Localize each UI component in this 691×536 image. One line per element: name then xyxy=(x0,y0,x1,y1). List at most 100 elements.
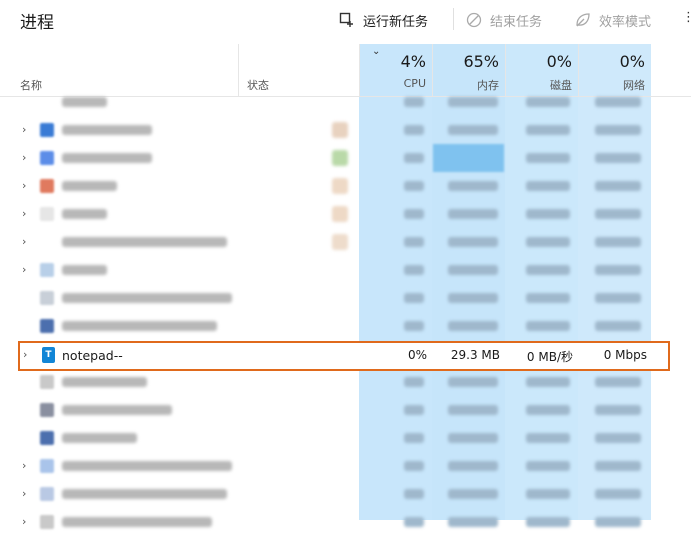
process-app-icon xyxy=(40,207,54,221)
run-new-task-button[interactable]: 运行新任务 xyxy=(339,10,428,30)
process-row-obscured[interactable]: › xyxy=(0,172,691,200)
process-row-obscured[interactable]: › xyxy=(0,116,691,144)
obscured-metric-value xyxy=(595,97,641,107)
obscured-metric-value xyxy=(404,517,424,527)
process-app-icon xyxy=(40,431,54,445)
process-row-obscured[interactable] xyxy=(0,284,691,312)
expand-chevron-icon[interactable]: › xyxy=(23,348,27,361)
obscured-metric-value xyxy=(404,153,424,163)
process-app-icon xyxy=(40,403,54,417)
obscured-process-name xyxy=(62,377,147,387)
process-row-obscured[interactable]: › xyxy=(0,508,691,536)
obscured-metric-value xyxy=(595,461,641,471)
process-app-icon xyxy=(40,515,54,529)
obscured-metric-value xyxy=(526,97,570,107)
obscured-metric-value xyxy=(595,517,641,527)
obscured-process-name xyxy=(62,433,137,443)
process-row-obscured[interactable] xyxy=(0,368,691,396)
obscured-metric-value xyxy=(448,433,498,443)
obscured-metric-value xyxy=(404,97,424,107)
obscured-process-name xyxy=(62,153,152,163)
obscured-metric-value xyxy=(595,265,641,275)
obscured-metric-value xyxy=(526,405,570,415)
expand-chevron-icon[interactable]: › xyxy=(22,179,26,192)
process-row-obscured[interactable] xyxy=(0,312,691,340)
obscured-process-name xyxy=(62,489,227,499)
obscured-metric-value xyxy=(595,209,641,219)
obscured-metric-value xyxy=(448,265,498,275)
obscured-metric-value xyxy=(595,433,641,443)
status-indicator-icon xyxy=(332,206,348,222)
process-app-icon xyxy=(40,459,54,473)
obscured-metric-value xyxy=(526,461,570,471)
obscured-process-name xyxy=(62,293,232,303)
process-row-obscured[interactable]: › xyxy=(0,228,691,256)
obscured-process-name xyxy=(62,97,107,107)
expand-chevron-icon[interactable]: › xyxy=(22,235,26,248)
obscured-process-name xyxy=(62,321,217,331)
obscured-metric-value xyxy=(526,237,570,247)
obscured-metric-value xyxy=(526,153,570,163)
obscured-metric-value xyxy=(404,265,424,275)
obscured-metric-value xyxy=(595,237,641,247)
obscured-metric-value xyxy=(526,377,570,387)
process-row-obscured[interactable]: › xyxy=(0,452,691,480)
obscured-metric-value xyxy=(448,181,498,191)
toolbar: 进程 运行新任务 结束任务 效率模式 ⋮ xyxy=(0,0,691,40)
expand-chevron-icon[interactable]: › xyxy=(22,459,26,472)
process-row-notepad[interactable]: › T notepad-- 0% 29.3 MB 0 MB/秒 0 Mbps xyxy=(18,341,670,371)
obscured-process-name xyxy=(62,265,107,275)
process-app-icon xyxy=(40,487,54,501)
process-row-obscured[interactable]: › xyxy=(0,480,691,508)
end-task-button[interactable]: 结束任务 xyxy=(466,10,542,30)
process-app-icon xyxy=(40,179,54,193)
expand-chevron-icon[interactable]: › xyxy=(22,487,26,500)
obscured-metric-value xyxy=(595,153,641,163)
new-task-icon xyxy=(339,12,353,27)
obscured-metric-value xyxy=(448,97,498,107)
process-row-obscured[interactable]: › xyxy=(0,144,691,172)
status-indicator-icon xyxy=(332,234,348,250)
process-disk: 0 MB/秒 xyxy=(526,350,573,364)
process-row-obscured[interactable] xyxy=(0,424,691,452)
process-network: 0 Mbps xyxy=(603,348,647,362)
obscured-metric-value xyxy=(404,489,424,499)
obscured-process-name xyxy=(62,181,117,191)
toolbar-divider xyxy=(453,8,454,30)
page-title: 进程 xyxy=(20,13,54,33)
expand-chevron-icon[interactable]: › xyxy=(22,151,26,164)
status-indicator-icon xyxy=(332,122,348,138)
process-app-icon xyxy=(40,291,54,305)
process-row-obscured[interactable] xyxy=(0,396,691,424)
obscured-metric-value xyxy=(448,209,498,219)
obscured-metric-value xyxy=(526,433,570,443)
expand-chevron-icon[interactable]: › xyxy=(22,263,26,276)
process-row-obscured[interactable] xyxy=(0,88,691,116)
efficiency-mode-label: 效率模式 xyxy=(599,14,652,30)
efficiency-mode-button[interactable]: 效率模式 xyxy=(575,10,651,30)
obscured-metric-value xyxy=(404,377,424,387)
obscured-metric-value xyxy=(526,125,570,135)
more-options-icon[interactable]: ⋮ xyxy=(682,10,691,25)
obscured-metric-value xyxy=(595,405,641,415)
memory-heat-cell xyxy=(433,144,504,172)
process-row-obscured[interactable]: › xyxy=(0,200,691,228)
expand-chevron-icon[interactable]: › xyxy=(22,515,26,528)
obscured-metric-value xyxy=(526,321,570,331)
obscured-metric-value xyxy=(404,461,424,471)
obscured-metric-value xyxy=(526,209,570,219)
obscured-metric-value xyxy=(526,293,570,303)
expand-chevron-icon[interactable]: › xyxy=(22,207,26,220)
expand-chevron-icon[interactable]: › xyxy=(22,123,26,136)
obscured-metric-value xyxy=(404,321,424,331)
process-row-obscured[interactable]: › xyxy=(0,256,691,284)
leaf-icon xyxy=(576,13,590,27)
obscured-metric-value xyxy=(448,293,498,303)
network-percent: 0% xyxy=(619,52,645,71)
process-memory: 29.3 MB xyxy=(450,348,500,362)
end-task-icon xyxy=(466,12,482,28)
obscured-metric-value xyxy=(404,237,424,247)
status-indicator-icon xyxy=(332,150,348,166)
obscured-process-name xyxy=(62,237,227,247)
obscured-metric-value xyxy=(526,517,570,527)
